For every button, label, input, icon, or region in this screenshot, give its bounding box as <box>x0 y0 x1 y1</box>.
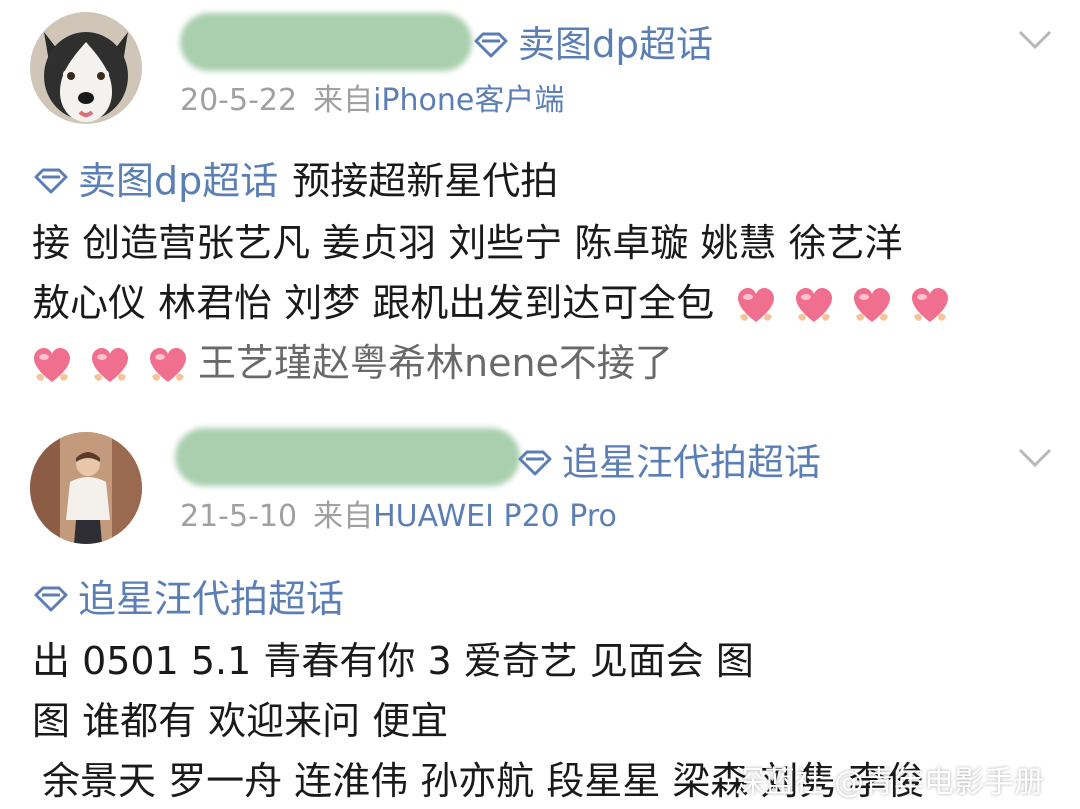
diamond-icon <box>34 168 68 194</box>
topic-tag-link[interactable]: 卖图dp超话 <box>472 26 713 63</box>
post-body-topic[interactable]: 追星汪代拍超话 <box>32 580 344 618</box>
avatar[interactable] <box>30 12 142 124</box>
body-topic-label[interactable]: 追星汪代拍超话 <box>78 580 344 618</box>
topic-tag-link[interactable]: 追星汪代拍超话 <box>516 444 821 481</box>
username-redacted[interactable] <box>175 428 520 486</box>
diamond-icon <box>34 586 68 612</box>
post-date: 21-5-10 <box>180 499 298 534</box>
post-date: 20-5-22 <box>180 83 298 118</box>
body-topic-label[interactable]: 卖图dp超话 <box>78 162 278 200</box>
post-text: 敖心仪 林君怡 刘梦 跟机出发到达可全包 <box>32 281 715 325</box>
heart-icon <box>738 287 775 322</box>
post-meta: 21-5-10 来自HUAWEI P20 Pro <box>180 502 617 532</box>
heart-emoji-group <box>32 346 188 386</box>
chevron-down-icon[interactable] <box>1018 448 1052 468</box>
post-text-line: 出 0501 5.1 青春有你 3 爱奇艺 见面会 图 <box>32 639 754 683</box>
post-text-line: 敖心仪 林君怡 刘梦 跟机出发到达可全包 <box>32 284 950 326</box>
post-text: 王艺瑾赵粤希林nene不接了 <box>198 341 673 385</box>
topic-tag-label: 卖图dp超话 <box>518 23 713 66</box>
heart-icon <box>796 287 833 322</box>
source-device[interactable]: HUAWEI P20 Pro <box>373 499 617 534</box>
topic-tag-label: 追星汪代拍超话 <box>562 441 821 484</box>
chevron-down-icon[interactable] <box>1018 30 1052 50</box>
heart-icon <box>912 287 949 322</box>
heart-icon <box>150 347 186 382</box>
username-redacted[interactable] <box>180 13 472 71</box>
heart-icon <box>92 347 128 382</box>
weibo-post[interactable]: 卖图dp超话 20-5-22 来自iPhone客户端 卖图dp超话 预接超新星代拍… <box>0 0 1080 410</box>
source-prefix: 来自 <box>313 83 374 118</box>
source-device[interactable]: iPhone客户端 <box>373 83 564 118</box>
post-meta: 20-5-22 来自iPhone客户端 <box>180 86 564 116</box>
source-prefix: 来自 <box>313 499 374 534</box>
diamond-icon <box>518 450 552 475</box>
avatar[interactable] <box>30 432 142 544</box>
post-text-line: 图 谁都有 欢迎来问 便宜 <box>32 699 449 743</box>
post-text: 预接超新星代拍 <box>292 159 559 203</box>
post-text-line: 王艺瑾赵粤希林nene不接了 <box>32 344 673 386</box>
heart-icon <box>854 287 891 322</box>
post-body-topic[interactable]: 卖图dp超话 预接超新星代拍 <box>32 162 558 200</box>
watermark: 深蓝社 @青年电影手册 <box>734 765 1044 800</box>
heart-icon <box>34 347 70 382</box>
diamond-icon <box>474 32 508 57</box>
heart-emoji-group <box>736 286 950 326</box>
post-text-line: 接 创造营张艺凡 姜贞羽 刘些宁 陈卓璇 姚慧 徐艺洋 <box>32 221 903 265</box>
weibo-post[interactable]: 追星汪代拍超话 21-5-10 来自HUAWEI P20 Pro 追星汪代拍超话 … <box>0 418 1080 809</box>
